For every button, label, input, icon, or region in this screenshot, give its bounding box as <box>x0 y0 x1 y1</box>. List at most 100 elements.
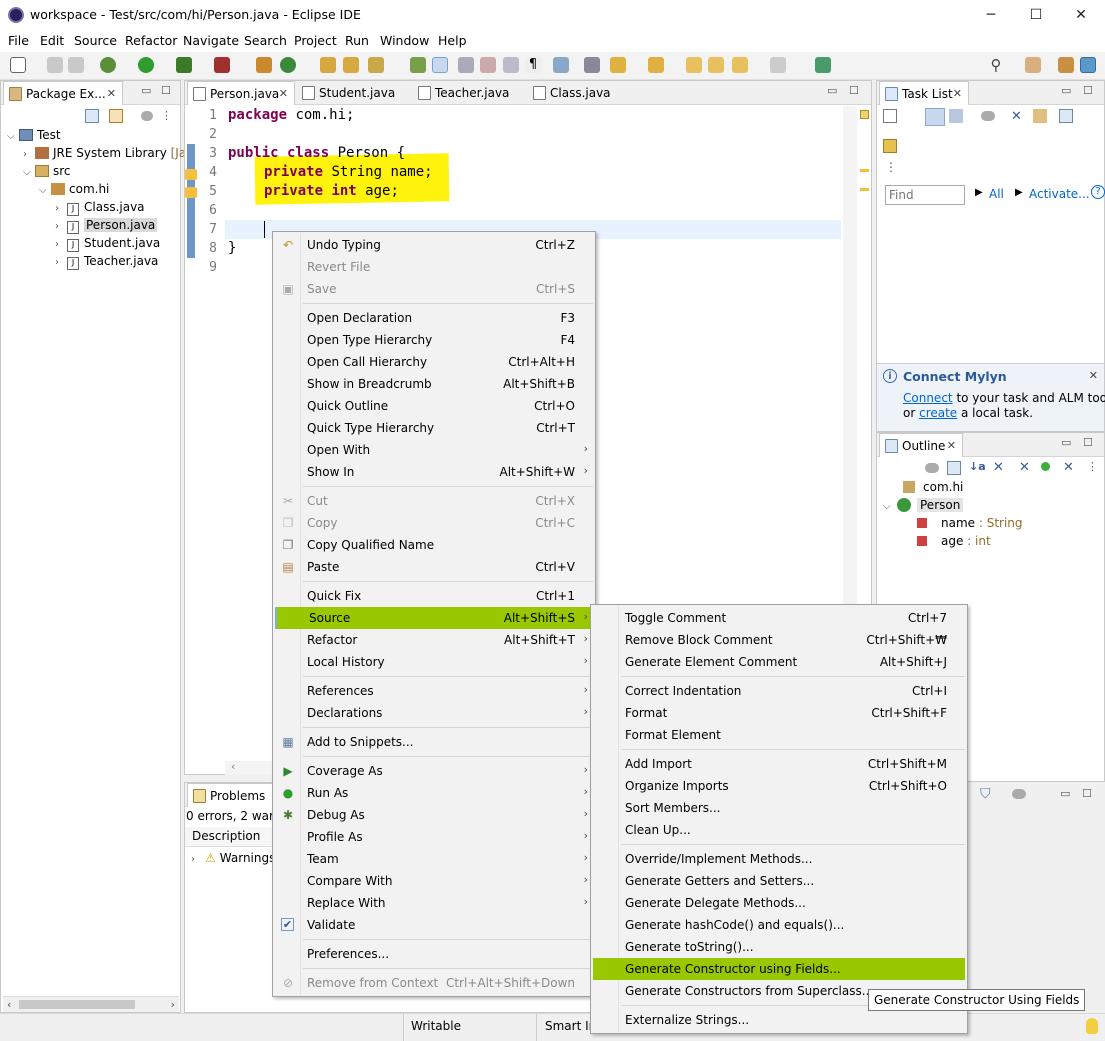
minimize-view-icon[interactable]: ▭ <box>1061 436 1071 449</box>
menu-item-open-call-hierarchy[interactable]: Open Call Hierarchy Ctrl+Alt+H <box>275 351 593 373</box>
maximize-view-icon[interactable]: ☐ <box>1083 436 1093 449</box>
create-link[interactable]: create <box>919 406 957 420</box>
lightbulb-icon[interactable] <box>1086 1018 1098 1034</box>
menu-item-undo-typing[interactable]: ↶ Undo Typing Ctrl+Z <box>275 234 593 256</box>
menu-item-source[interactable]: Source Alt+Shift+S › <box>275 607 593 629</box>
hide-nonpublic-icon[interactable] <box>1041 462 1050 471</box>
tree-item-project[interactable]: ⌵ Test <box>7 128 61 142</box>
close-tab-icon[interactable]: ✕ <box>279 87 288 100</box>
outline-package[interactable]: com.hi <box>903 480 963 494</box>
submenu-format-element[interactable]: Format Element <box>593 724 965 746</box>
maximize-view-icon[interactable]: ☐ <box>1082 787 1092 800</box>
outline-class[interactable]: ⌵ Person <box>883 498 964 512</box>
maximize-view-icon[interactable]: ☐ <box>849 84 859 97</box>
close-tab-icon[interactable]: ✕ <box>947 439 956 452</box>
task-repo-icon[interactable] <box>883 139 897 153</box>
minimize-view-icon[interactable]: ▭ <box>141 84 151 97</box>
menu-item-quick-type-hierarchy[interactable]: Quick Type Hierarchy Ctrl+T <box>275 417 593 439</box>
submenu-generate-tostring[interactable]: Generate toString()... <box>593 936 965 958</box>
warnings-row[interactable]: › ⚠ Warnings <box>191 851 275 865</box>
tab-outline[interactable]: Outline ✕ <box>879 433 963 457</box>
view-menu-icon[interactable] <box>1012 789 1026 799</box>
horizontal-scrollbar[interactable]: ‹ › <box>3 996 179 1012</box>
menu-item-coverage-as[interactable]: ▶ Coverage As › <box>275 760 593 782</box>
menu-refactor[interactable]: Refactor <box>125 33 177 48</box>
filter-icon[interactable]: ⛉ <box>980 786 994 802</box>
collapse-all-icon[interactable] <box>1059 109 1073 123</box>
forward-edit-icon[interactable] <box>708 57 724 73</box>
submenu-format[interactable]: Format Ctrl+Shift+F <box>593 702 965 724</box>
menu-file[interactable]: File <box>8 33 29 48</box>
submenu-remove-block-comment[interactable]: Remove Block Comment Ctrl+Shift+₩ <box>593 629 965 651</box>
hide-static-icon[interactable]: ✕ <box>1019 460 1030 475</box>
submenu-generate-delegate-methods[interactable]: Generate Delegate Methods... <box>593 892 965 914</box>
menu-item-save[interactable]: ▣ Save Ctrl+S <box>275 278 593 300</box>
word-wrap-icon[interactable] <box>458 57 474 73</box>
menu-item-quick-fix[interactable]: Quick Fix Ctrl+1 <box>275 585 593 607</box>
search-icon[interactable]: ⚲ <box>988 57 1004 73</box>
tab-person-java[interactable]: Person.java ✕ <box>187 81 295 105</box>
maximize-view-icon[interactable]: ☐ <box>1083 84 1093 97</box>
open-perspective-icon[interactable] <box>1025 57 1041 73</box>
menu-help[interactable]: Help <box>438 33 467 48</box>
prev-annotation-icon[interactable] <box>648 57 664 73</box>
tree-item-file-selected[interactable]: › J Person.java <box>55 218 158 234</box>
close-icon[interactable]: ✕ <box>1089 369 1098 382</box>
help-icon[interactable]: ? <box>1091 185 1105 199</box>
menu-edit[interactable]: Edit <box>40 33 64 48</box>
sort-icon[interactable]: ↓a <box>969 460 986 473</box>
next-annotation-icon[interactable] <box>610 57 626 73</box>
scrollbar-thumb[interactable] <box>19 1000 135 1009</box>
submenu-generate-constructor-fields[interactable]: Generate Constructor using Fields... <box>593 958 965 980</box>
pilcrow-icon[interactable]: ¶ <box>525 57 541 73</box>
outline-field[interactable]: age : int <box>917 534 991 548</box>
tree-item-src[interactable]: ⌵ src <box>23 164 71 178</box>
menu-search[interactable]: Search <box>244 33 287 48</box>
all-link[interactable]: All <box>989 187 1004 201</box>
java-ee-perspective-icon[interactable] <box>1058 57 1074 73</box>
run-toolbar-icon[interactable] <box>138 57 154 73</box>
menu-item-copy[interactable]: ❐ Copy Ctrl+C <box>275 512 593 534</box>
more-icon[interactable]: ⋮ <box>885 160 897 174</box>
block-select-icon[interactable] <box>480 57 496 73</box>
sync-icon[interactable] <box>1033 109 1047 123</box>
menu-item-compare-with[interactable]: Compare With › <box>275 870 593 892</box>
maximize-view-icon[interactable]: ☐ <box>161 84 171 97</box>
maximize-button[interactable]: ☐ <box>1013 2 1059 28</box>
submenu-toggle-comment[interactable]: Toggle Comment Ctrl+7 <box>593 607 965 629</box>
menu-item-refactor[interactable]: Refactor Alt+Shift+T › <box>275 629 593 651</box>
minimize-view-icon[interactable]: ▭ <box>1060 787 1070 800</box>
submenu-organize-imports[interactable]: Organize Imports Ctrl+Shift+O <box>593 775 965 797</box>
outline-field[interactable]: name : String <box>917 516 1023 530</box>
categorized-icon[interactable] <box>925 108 945 126</box>
tab-class-java[interactable]: Class.java <box>528 81 617 105</box>
new-package-icon[interactable] <box>256 57 272 73</box>
menu-item-remove-from-context[interactable]: ⊘ Remove from Context Ctrl+Alt+Shift+Down <box>275 972 593 994</box>
close-tab-icon[interactable]: ✕ <box>953 87 962 100</box>
tab-package-explorer[interactable]: Package Ex... ✕ <box>3 81 123 105</box>
close-button[interactable]: ✕ <box>1058 2 1104 28</box>
submenu-override-implement[interactable]: Override/Implement Methods... <box>593 848 965 870</box>
menu-window[interactable]: Window <box>380 33 429 48</box>
menu-item-add-to-snippets[interactable]: ▦ Add to Snippets... <box>275 731 593 753</box>
collapse-all-icon[interactable] <box>85 109 99 123</box>
menu-item-replace-with[interactable]: Replace With › <box>275 892 593 914</box>
tree-item-jre[interactable]: › JRE System Library [Jav <box>23 146 193 160</box>
activate-link[interactable]: Activate... <box>1029 187 1090 201</box>
tree-item-file[interactable]: › J Class.java <box>55 200 145 216</box>
save-toolbar-icon[interactable] <box>47 57 63 73</box>
pin-icon[interactable] <box>584 57 600 73</box>
new-task-icon[interactable] <box>883 109 897 123</box>
toggle-mark-icon[interactable] <box>410 57 426 73</box>
menu-item-preferences[interactable]: Preferences... <box>275 943 593 965</box>
tab-task-list[interactable]: Task List ✕ <box>879 81 969 105</box>
submenu-add-import[interactable]: Add Import Ctrl+Shift+M <box>593 753 965 775</box>
search-toolbar-icon[interactable] <box>368 57 384 73</box>
focus-icon[interactable] <box>981 111 995 121</box>
warning-summary-icon[interactable] <box>860 110 869 119</box>
menu-item-references[interactable]: References › <box>275 680 593 702</box>
menu-item-run-as[interactable]: ● Run As › <box>275 782 593 804</box>
view-menu-icon[interactable] <box>141 111 153 121</box>
submenu-correct-indentation[interactable]: Correct Indentation Ctrl+I <box>593 680 965 702</box>
scroll-left-icon[interactable]: ‹ <box>7 998 11 1011</box>
